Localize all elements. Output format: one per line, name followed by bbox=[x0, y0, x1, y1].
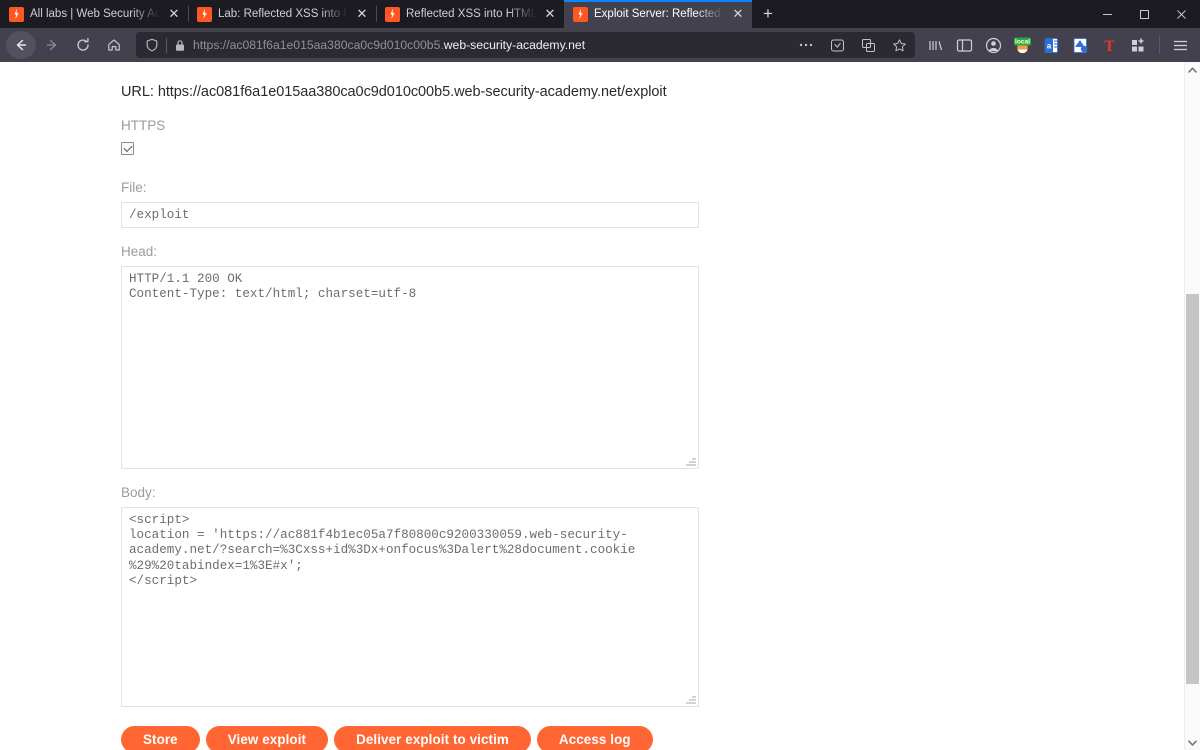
head-textarea-value: HTTP/1.1 200 OK Content-Type: text/html;… bbox=[129, 272, 417, 302]
cookie-editor-icon[interactable]: a bbox=[1038, 31, 1065, 59]
file-input[interactable]: /exploit bbox=[121, 202, 699, 228]
svg-text:local: local bbox=[1015, 38, 1030, 45]
scroll-up-arrow-icon[interactable] bbox=[1185, 62, 1200, 77]
svg-text:a: a bbox=[1046, 41, 1051, 50]
scroll-down-arrow-icon[interactable] bbox=[1185, 735, 1200, 750]
head-field-group: Head: HTTP/1.1 200 OK Content-Type: text… bbox=[121, 244, 1184, 469]
burp-logo-icon bbox=[197, 6, 212, 22]
minimize-icon[interactable] bbox=[1089, 0, 1126, 28]
account-icon[interactable] bbox=[980, 31, 1007, 59]
tab-title: Lab: Reflected XSS into HTML c bbox=[218, 8, 348, 20]
library-icon[interactable] bbox=[922, 31, 949, 59]
translate-icon[interactable] bbox=[856, 34, 880, 56]
exploit-url-line: URL: https://ac081f6a1e015aa380ca0c9d010… bbox=[121, 84, 667, 100]
url-divider bbox=[166, 37, 167, 53]
toolbar-icon-group: local a T bbox=[922, 31, 1194, 59]
lock-icon[interactable] bbox=[174, 39, 186, 52]
body-label: Body: bbox=[121, 485, 156, 500]
close-icon[interactable]: ✕ bbox=[730, 6, 746, 22]
page-viewport: URL: https://ac081f6a1e015aa380ca0c9d010… bbox=[0, 62, 1200, 750]
browser-tab-4-active[interactable]: Exploit Server: Reflected XSS in ✕ bbox=[564, 0, 752, 28]
back-arrow-icon[interactable] bbox=[6, 31, 36, 59]
access-log-button[interactable]: Access log bbox=[536, 726, 653, 750]
home-icon[interactable] bbox=[99, 31, 129, 59]
wappalyzer-icon[interactable] bbox=[1067, 31, 1094, 59]
url-domain: web-security-academy.net bbox=[443, 38, 586, 52]
new-tab-button[interactable]: + bbox=[752, 0, 784, 28]
file-field-group: File: /exploit bbox=[121, 180, 1184, 228]
body-textarea[interactable]: <script> location = 'https://ac881f4b1ec… bbox=[121, 507, 699, 707]
extensions-grid-icon[interactable] bbox=[1125, 31, 1152, 59]
page-scrollbar[interactable] bbox=[1184, 62, 1200, 750]
browser-tab-2[interactable]: Lab: Reflected XSS into HTML c ✕ bbox=[188, 0, 376, 28]
localstorage-extension-icon[interactable]: local bbox=[1009, 31, 1036, 59]
exploit-server-form: URL: https://ac081f6a1e015aa380ca0c9d010… bbox=[0, 62, 1184, 750]
resize-grip-icon[interactable] bbox=[685, 455, 696, 466]
star-icon[interactable] bbox=[887, 34, 911, 56]
tab-title: Reflected XSS into HTML conte bbox=[406, 8, 536, 20]
body-field-group: Body: <script> location = 'https://ac881… bbox=[121, 485, 1184, 707]
sidebar-icon[interactable] bbox=[951, 31, 978, 59]
body-textarea-value: <script> location = 'https://ac881f4b1ec… bbox=[129, 513, 636, 588]
tab-strip: All labs | Web Security Academy ✕ Lab: R… bbox=[0, 0, 1200, 28]
reload-icon[interactable] bbox=[68, 31, 98, 59]
burp-logo-icon bbox=[9, 6, 24, 22]
app-menu-icon[interactable] bbox=[1167, 31, 1194, 59]
scrollbar-thumb[interactable] bbox=[1186, 294, 1199, 684]
tab-list: All labs | Web Security Academy ✕ Lab: R… bbox=[0, 0, 784, 28]
toolbar-divider bbox=[1159, 36, 1160, 54]
deliver-exploit-button[interactable]: Deliver exploit to victim bbox=[334, 726, 531, 750]
shield-icon[interactable] bbox=[145, 38, 159, 52]
action-button-row: Store View exploit Deliver exploit to vi… bbox=[121, 726, 1184, 750]
file-label: File: bbox=[121, 180, 147, 195]
close-icon[interactable]: ✕ bbox=[166, 6, 182, 22]
maximize-icon[interactable] bbox=[1126, 0, 1163, 28]
forward-arrow-icon[interactable] bbox=[37, 31, 67, 59]
close-icon[interactable]: ✕ bbox=[542, 6, 558, 22]
url-prefix: https://ac081f6a1e015aa380ca0c9d010c00b5… bbox=[193, 38, 444, 52]
navigation-toolbar: https://ac081f6a1e015aa380ca0c9d010c00b5… bbox=[0, 28, 1200, 62]
tab-title: Exploit Server: Reflected XSS in bbox=[594, 8, 724, 20]
close-icon[interactable] bbox=[1163, 0, 1200, 28]
address-bar[interactable]: https://ac081f6a1e015aa380ca0c9d010c00b5… bbox=[136, 32, 915, 58]
https-checkbox[interactable] bbox=[121, 142, 134, 155]
head-textarea[interactable]: HTTP/1.1 200 OK Content-Type: text/html;… bbox=[121, 266, 699, 469]
head-label: Head: bbox=[121, 244, 158, 259]
ellipsis-icon[interactable] bbox=[794, 34, 818, 56]
url-text[interactable]: https://ac081f6a1e015aa380ca0c9d010c00b5… bbox=[193, 38, 787, 52]
burp-logo-icon bbox=[573, 6, 588, 22]
tampermonkey-icon[interactable]: T bbox=[1096, 31, 1123, 59]
reader-view-icon[interactable] bbox=[825, 34, 849, 56]
window-controls bbox=[1089, 0, 1200, 28]
browser-tab-1[interactable]: All labs | Web Security Academy ✕ bbox=[0, 0, 188, 28]
tab-title: All labs | Web Security Academy bbox=[30, 8, 160, 20]
browser-window: All labs | Web Security Academy ✕ Lab: R… bbox=[0, 0, 1200, 750]
store-button[interactable]: Store bbox=[121, 726, 200, 750]
svg-text:T: T bbox=[1104, 38, 1115, 54]
burp-logo-icon bbox=[385, 6, 400, 22]
resize-grip-icon[interactable] bbox=[685, 693, 696, 704]
https-label: HTTPS bbox=[121, 118, 166, 133]
close-icon[interactable]: ✕ bbox=[354, 6, 370, 22]
view-exploit-button[interactable]: View exploit bbox=[205, 726, 329, 750]
browser-tab-3[interactable]: Reflected XSS into HTML conte ✕ bbox=[376, 0, 564, 28]
